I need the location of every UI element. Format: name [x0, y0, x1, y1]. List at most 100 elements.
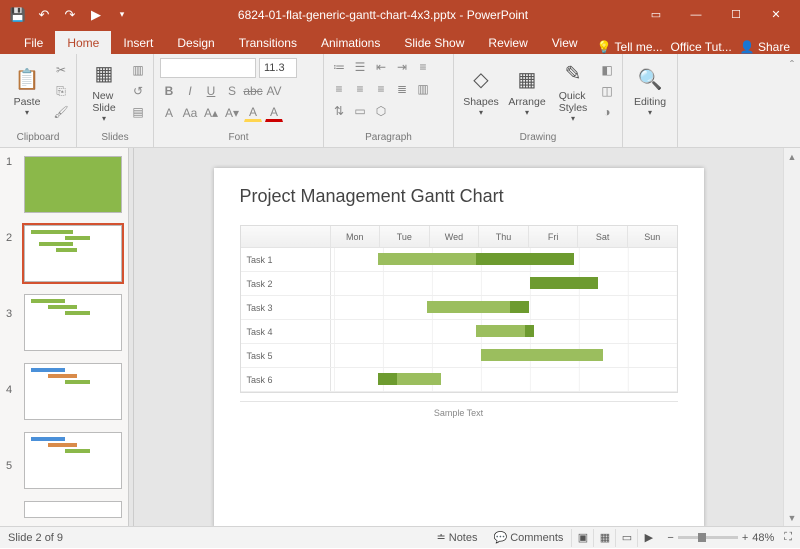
align-right-icon[interactable]: ≡ — [372, 80, 390, 98]
slide-thumbnail-3[interactable] — [24, 294, 122, 351]
addin-tab[interactable]: Office Tut... — [671, 40, 732, 54]
clear-format-icon[interactable]: A — [160, 104, 178, 122]
slide-thumbnail-2[interactable] — [24, 225, 122, 282]
tab-slideshow[interactable]: Slide Show — [392, 31, 476, 54]
zoom-level[interactable]: 48% — [752, 532, 774, 544]
highlight-icon[interactable]: A — [244, 104, 262, 122]
font-color-icon[interactable]: A — [265, 104, 283, 122]
shrink-font-icon[interactable]: A▾ — [223, 104, 241, 122]
bullets-icon[interactable]: ≔ — [330, 58, 348, 76]
format-painter-icon[interactable]: 🖌 — [52, 103, 70, 121]
justify-icon[interactable]: ≣ — [393, 80, 411, 98]
change-case-icon[interactable]: Aa — [181, 104, 199, 122]
strikethrough-icon[interactable]: abc — [244, 82, 262, 100]
gantt-bar[interactable] — [427, 301, 510, 313]
fit-to-window-icon[interactable]: ⛶ — [784, 531, 792, 544]
gantt-bar[interactable] — [397, 373, 441, 385]
gantt-bar[interactable] — [481, 349, 604, 361]
tab-home[interactable]: Home — [55, 31, 111, 54]
align-center-icon[interactable]: ≡ — [351, 80, 369, 98]
quick-styles-button[interactable]: ✎ Quick Styles▾ — [552, 58, 594, 124]
qat-more-icon[interactable]: ▾ — [114, 7, 130, 23]
close-icon[interactable]: ✕ — [756, 0, 796, 29]
columns-icon[interactable]: ▥ — [414, 80, 432, 98]
scroll-up-icon[interactable]: ▲ — [784, 148, 800, 165]
shape-fill-icon[interactable]: ◧ — [598, 61, 616, 79]
font-size-box[interactable]: 11.3 — [259, 58, 297, 78]
gantt-bar[interactable] — [525, 325, 535, 337]
shadow-icon[interactable]: S — [223, 82, 241, 100]
undo-icon[interactable]: ↶ — [36, 7, 52, 23]
minimize-icon[interactable]: — — [676, 0, 716, 29]
shape-effects-icon[interactable]: ◑ — [598, 103, 616, 121]
gantt-bar[interactable] — [510, 301, 530, 313]
numbering-icon[interactable]: ☰ — [351, 58, 369, 76]
gantt-bar[interactable] — [476, 253, 574, 265]
tab-animations[interactable]: Animations — [309, 31, 392, 54]
tell-me[interactable]: 💡 Tell me... — [596, 40, 662, 54]
slide-canvas[interactable]: Project Management Gantt Chart Mon Tue W… — [134, 148, 783, 526]
redo-icon[interactable]: ↷ — [62, 7, 78, 23]
reading-view-icon[interactable]: ▭ — [615, 529, 637, 547]
copy-icon[interactable]: ⎘ — [52, 82, 70, 100]
shapes-button[interactable]: ◇ Shapes▾ — [460, 58, 502, 124]
align-left-icon[interactable]: ≡ — [330, 80, 348, 98]
shape-outline-icon[interactable]: ◫ — [598, 82, 616, 100]
zoom-out-icon[interactable]: − — [667, 532, 673, 544]
start-from-beginning-icon[interactable]: ▶ — [88, 7, 104, 23]
slideshow-view-icon[interactable]: ▶ — [637, 529, 659, 547]
slide-thumbnail-4[interactable] — [24, 363, 122, 420]
zoom-in-icon[interactable]: + — [742, 532, 748, 544]
new-slide-button[interactable]: ▦ New Slide▾ — [83, 58, 125, 124]
share-button[interactable]: 👤 Share — [740, 40, 790, 54]
section-icon[interactable]: ▤ — [129, 103, 147, 121]
sorter-view-icon[interactable]: ▦ — [593, 529, 615, 547]
smartart-icon[interactable]: ⬡ — [372, 102, 390, 120]
tab-insert[interactable]: Insert — [111, 31, 165, 54]
italic-icon[interactable]: I — [181, 82, 199, 100]
text-direction-icon[interactable]: ⇅ — [330, 102, 348, 120]
tab-view[interactable]: View — [540, 31, 590, 54]
reset-icon[interactable]: ↺ — [129, 82, 147, 100]
zoom-control[interactable]: − + 48% ⛶ — [659, 531, 792, 544]
align-text-icon[interactable]: ▭ — [351, 102, 369, 120]
tab-review[interactable]: Review — [476, 31, 539, 54]
editing-button[interactable]: 🔍 Editing▾ — [629, 58, 671, 124]
slide-thumbnail-1[interactable] — [24, 156, 122, 213]
maximize-icon[interactable]: ☐ — [716, 0, 756, 29]
gantt-bar[interactable] — [530, 277, 599, 289]
slide-thumbnail-pane[interactable]: 1 2 3 4 5 6 — [0, 148, 128, 526]
gantt-bar[interactable] — [476, 325, 525, 337]
paste-button[interactable]: 📋 Paste▾ — [6, 58, 48, 124]
layout-icon[interactable]: ▥ — [129, 61, 147, 79]
normal-view-icon[interactable]: ▣ — [571, 529, 593, 547]
gantt-bar[interactable] — [378, 253, 476, 265]
vertical-scrollbar[interactable]: ▲ ▼ — [783, 148, 800, 526]
bold-icon[interactable]: B — [160, 82, 178, 100]
notes-button[interactable]: ≐ Notes — [429, 527, 486, 549]
save-icon[interactable]: 💾 — [10, 7, 26, 23]
gantt-bar[interactable] — [378, 373, 398, 385]
gantt-chart[interactable]: Mon Tue Wed Thu Fri Sat Sun Task 1Task 2… — [240, 225, 678, 393]
underline-icon[interactable]: U — [202, 82, 220, 100]
decrease-indent-icon[interactable]: ⇤ — [372, 58, 390, 76]
tab-design[interactable]: Design — [165, 31, 226, 54]
spacing-icon[interactable]: AV — [265, 82, 283, 100]
cut-icon[interactable]: ✂ — [52, 61, 70, 79]
sample-text[interactable]: Sample Text — [240, 401, 678, 424]
font-family-box[interactable] — [160, 58, 256, 78]
slide-indicator[interactable]: Slide 2 of 9 — [8, 532, 63, 544]
slide-thumbnail-6[interactable] — [24, 501, 122, 518]
ribbon-display-icon[interactable]: ▭ — [636, 0, 676, 29]
slide-thumbnail-5[interactable] — [24, 432, 122, 489]
slide-title[interactable]: Project Management Gantt Chart — [240, 186, 678, 207]
collapse-ribbon-icon[interactable]: ˆ — [790, 58, 794, 72]
grow-font-icon[interactable]: A▴ — [202, 104, 220, 122]
tab-file[interactable]: File — [12, 31, 55, 54]
comments-button[interactable]: 💬 Comments — [486, 527, 572, 549]
arrange-button[interactable]: ▦ Arrange▾ — [506, 58, 548, 124]
increase-indent-icon[interactable]: ⇥ — [393, 58, 411, 76]
tab-transitions[interactable]: Transitions — [227, 31, 309, 54]
scroll-down-icon[interactable]: ▼ — [784, 509, 800, 526]
line-spacing-icon[interactable]: ≡ — [414, 58, 432, 76]
